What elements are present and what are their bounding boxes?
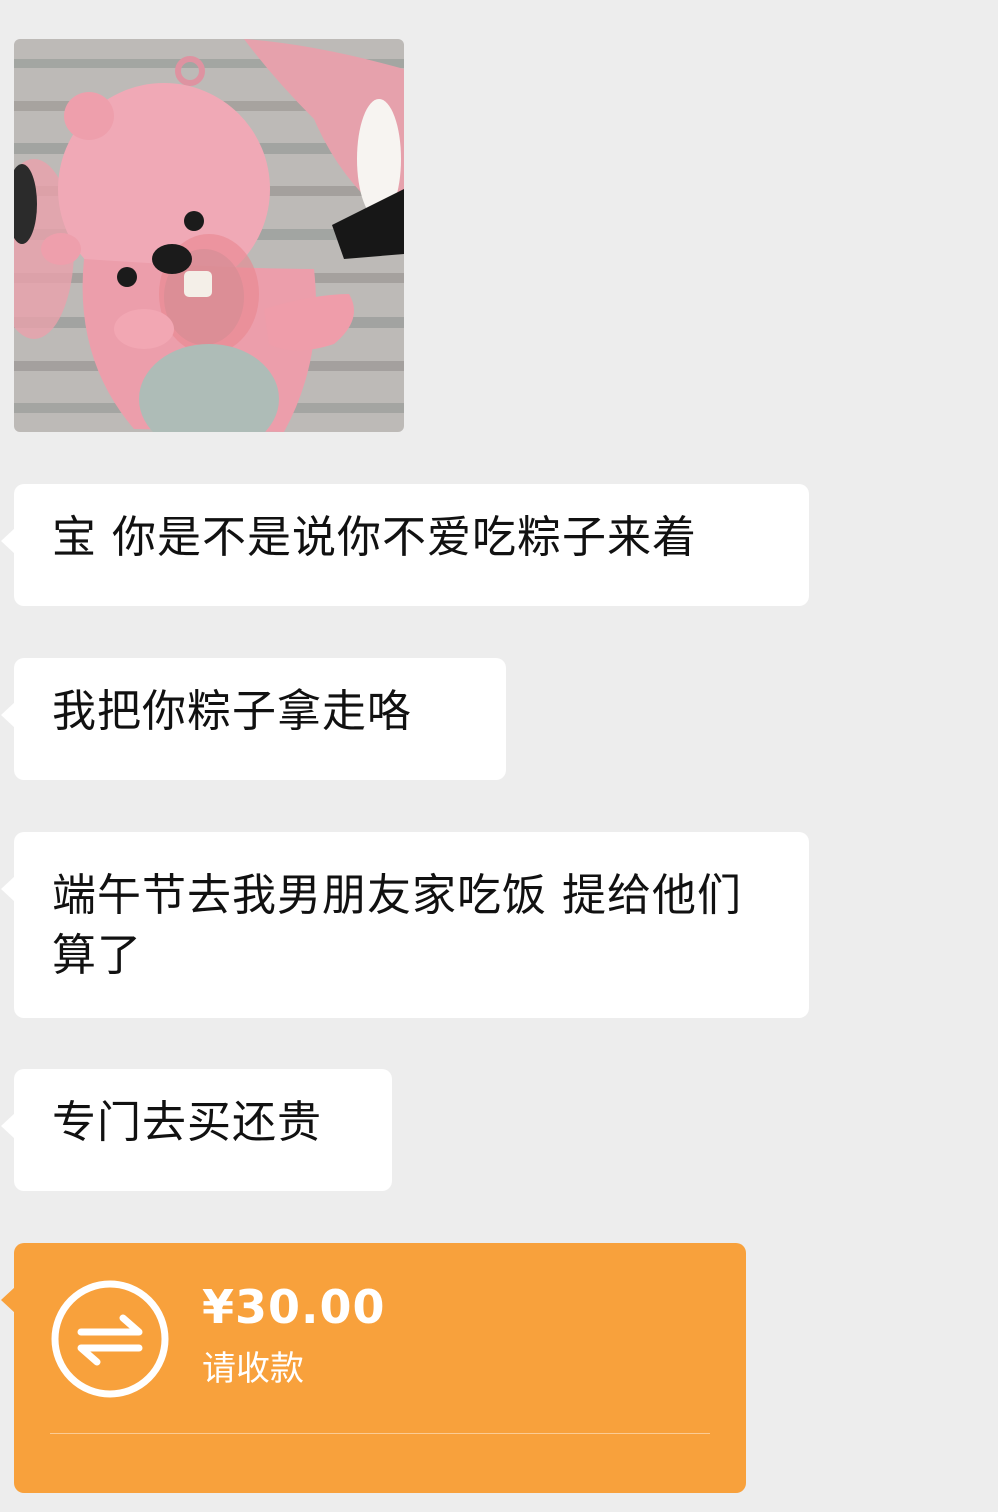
message-text: 专门去买还贵 <box>52 1097 322 1148</box>
message-text: 宝 你是不是说你不爱吃粽子来着 <box>52 512 697 563</box>
transfer-amount: ¥30.00 <box>202 1280 386 1334</box>
transfer-divider <box>50 1433 710 1434</box>
message-text: 端午节去我男朋友家吃饭 提给他们算了 <box>52 870 742 981</box>
message-text: 我把你粽子拿走咯 <box>52 686 412 737</box>
transfer-arrows-icon <box>51 1280 169 1398</box>
transfer-card[interactable]: ¥30.00 请收款 <box>1 1243 746 1493</box>
sticker-message[interactable] <box>14 39 404 432</box>
beaver-sticker-image <box>14 39 404 432</box>
chat-message-bubble[interactable]: 专门去买还贵 <box>1 1069 392 1191</box>
chat-message-bubble[interactable]: 我把你粽子拿走咯 <box>1 658 506 780</box>
chat-message-bubble[interactable]: 宝 你是不是说你不爱吃粽子来着 <box>1 484 809 606</box>
chat-message-bubble[interactable]: 端午节去我男朋友家吃饭 提给他们算了 <box>1 832 809 1018</box>
transfer-status: 请收款 <box>202 1349 304 1389</box>
